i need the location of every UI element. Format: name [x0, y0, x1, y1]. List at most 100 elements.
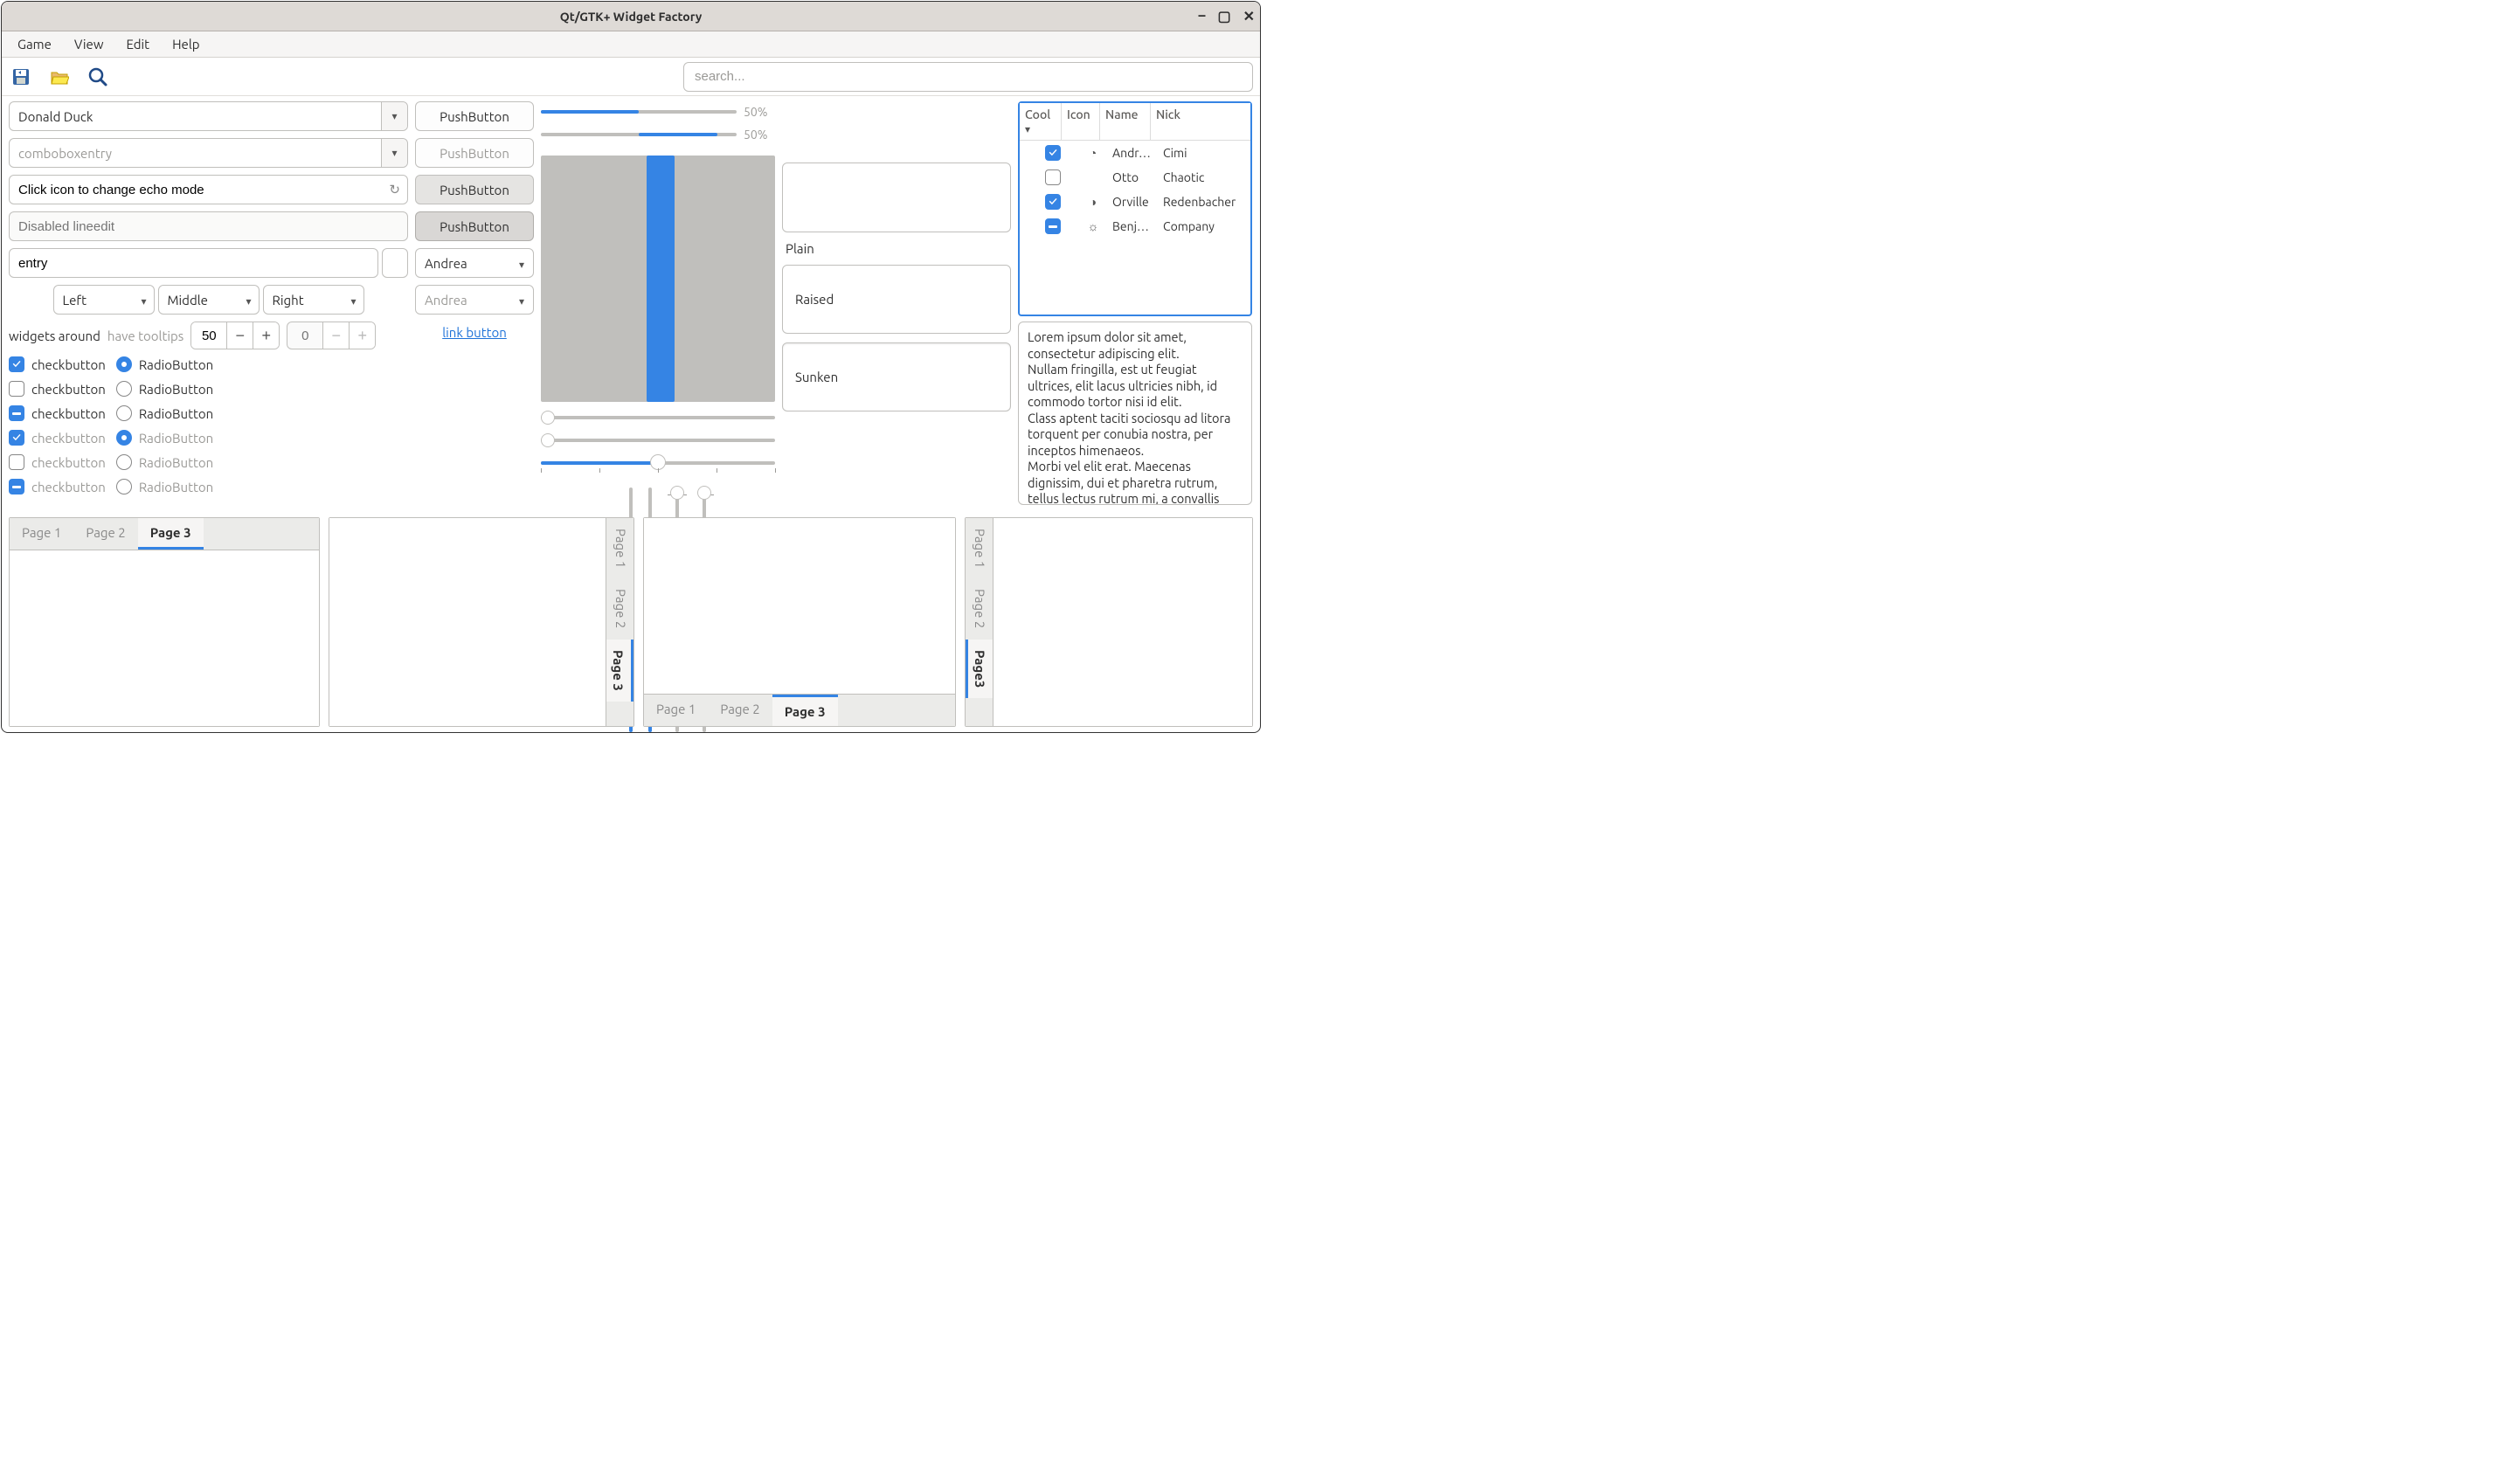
- spinbox-1-minus[interactable]: −: [226, 322, 253, 349]
- radio-6: [116, 479, 132, 494]
- tab-page3[interactable]: Page3: [966, 640, 993, 698]
- radio-5: [116, 454, 132, 470]
- checkbox-1[interactable]: [9, 356, 24, 372]
- col-nick[interactable]: Nick: [1151, 103, 1250, 140]
- table-row[interactable]: ☼ Benj… Company: [1020, 214, 1250, 239]
- search-input[interactable]: [683, 62, 1253, 92]
- tab-page3[interactable]: Page 3: [138, 518, 204, 550]
- col-name[interactable]: Name: [1100, 103, 1151, 140]
- frame-noborder: [782, 163, 1011, 232]
- col-icon[interactable]: Icon: [1062, 103, 1100, 140]
- notebook-page: [10, 550, 319, 726]
- chevron-down-icon[interactable]: [141, 293, 153, 308]
- tab-page3[interactable]: Page 3: [606, 640, 633, 702]
- radio-1[interactable]: [116, 356, 132, 372]
- pushbutton-2: PushButton: [415, 138, 534, 168]
- chevron-down-icon[interactable]: [519, 256, 524, 271]
- progressbar-3: [541, 156, 775, 402]
- open-icon[interactable]: [47, 65, 72, 89]
- radio-3[interactable]: [116, 405, 132, 421]
- chevron-down-icon[interactable]: [246, 293, 258, 308]
- spinbox-1-plus[interactable]: +: [253, 322, 279, 349]
- row-check[interactable]: [1045, 169, 1061, 185]
- row-check[interactable]: [1045, 218, 1061, 234]
- checkbox-3[interactable]: [9, 405, 24, 421]
- col-cool[interactable]: Cool: [1020, 103, 1062, 140]
- chevron-down-icon[interactable]: [381, 139, 407, 167]
- hslider-2[interactable]: [541, 433, 775, 447]
- close-icon[interactable]: ✕: [1243, 8, 1255, 24]
- entry-input[interactable]: [10, 256, 377, 271]
- tab-page2[interactable]: Page 2: [73, 518, 137, 550]
- combo-right[interactable]: Right: [263, 285, 364, 315]
- radio-2[interactable]: [116, 381, 132, 397]
- chevron-down-icon[interactable]: [381, 102, 407, 130]
- checkbox-5: [9, 454, 24, 470]
- frame-plain-label: Plain: [782, 241, 1011, 256]
- refresh-icon[interactable]: ↻: [389, 182, 407, 197]
- chevron-down-icon: [519, 293, 524, 308]
- echo-input[interactable]: [10, 183, 389, 197]
- spinbox-1[interactable]: − +: [190, 322, 280, 349]
- echo-entry[interactable]: ↻: [9, 175, 408, 204]
- row-icon: ◑: [1074, 195, 1112, 209]
- spin-label-1: widgets around: [9, 328, 100, 343]
- table-row[interactable]: ◔ Andr… Cimi: [1020, 141, 1250, 165]
- combo-andrea-1[interactable]: Andrea: [415, 248, 534, 278]
- menu-help[interactable]: Help: [162, 33, 210, 55]
- entry-field[interactable]: [9, 248, 378, 278]
- table-row[interactable]: ◑ Orville Redenbacher: [1020, 190, 1250, 214]
- combobox-entry-placeholder: comboboxentry: [10, 146, 381, 161]
- checkbox-2[interactable]: [9, 381, 24, 397]
- textview[interactable]: Lorem ipsum dolor sit amet, consectetur …: [1018, 322, 1252, 505]
- tab-page1[interactable]: Page 1: [606, 518, 633, 578]
- entry-extra-button[interactable]: [382, 248, 408, 278]
- combobox-character[interactable]: Donald Duck: [9, 101, 408, 131]
- pushbutton-1[interactable]: PushButton: [415, 101, 534, 131]
- progressbar-2: [541, 133, 737, 136]
- pushbutton-3[interactable]: PushButton: [415, 175, 534, 204]
- spinbox-1-input[interactable]: [191, 322, 226, 349]
- link-button[interactable]: link button: [415, 322, 534, 343]
- minimize-icon[interactable]: –: [1198, 8, 1205, 24]
- pushbutton-4[interactable]: PushButton: [415, 211, 534, 241]
- notebook-left: Page 1 Page 2 Page3: [965, 517, 1253, 727]
- hscale[interactable]: [541, 456, 775, 479]
- row-check[interactable]: [1045, 145, 1061, 161]
- combo-middle[interactable]: Middle: [158, 285, 260, 315]
- notebook-page: [644, 518, 955, 694]
- tab-page1[interactable]: Page 1: [10, 518, 73, 550]
- menu-game[interactable]: Game: [7, 33, 62, 55]
- chevron-down-icon[interactable]: [350, 293, 363, 308]
- treeview[interactable]: Cool Icon Name Nick ◔ Andr… Cimi: [1018, 101, 1252, 316]
- spinbox-2-minus: −: [322, 322, 349, 349]
- combo-left[interactable]: Left: [53, 285, 155, 315]
- checkbox-6: [9, 479, 24, 494]
- titlebar: Qt/GTK+ Widget Factory – ▢ ✕: [2, 2, 1260, 31]
- row-check[interactable]: [1045, 194, 1061, 210]
- radio-4: [116, 430, 132, 446]
- save-icon[interactable]: [9, 65, 33, 89]
- tab-page1[interactable]: Page 1: [966, 518, 993, 578]
- window-title: Qt/GTK+ Widget Factory: [2, 10, 1260, 24]
- row-icon: ☼: [1074, 219, 1112, 233]
- tab-page1[interactable]: Page 1: [644, 695, 708, 726]
- hslider-1[interactable]: [541, 411, 775, 425]
- combobox-character-text: Donald Duck: [10, 109, 381, 124]
- tab-page3[interactable]: Page 3: [772, 695, 838, 726]
- menu-view[interactable]: View: [64, 33, 114, 55]
- menubar: Game View Edit Help: [2, 31, 1260, 58]
- search-icon[interactable]: [86, 65, 110, 89]
- tab-page2[interactable]: Page 2: [708, 695, 772, 726]
- toolbar: [2, 58, 1260, 96]
- maximize-icon[interactable]: ▢: [1217, 8, 1230, 24]
- disabled-entry: [9, 211, 408, 241]
- menu-edit[interactable]: Edit: [115, 33, 160, 55]
- disabled-input: [10, 219, 407, 234]
- progressbar-2-pct: 50%: [744, 128, 775, 142]
- table-row[interactable]: Otto Chaotic: [1020, 165, 1250, 190]
- tab-page2[interactable]: Page 2: [606, 578, 633, 639]
- tab-page2[interactable]: Page 2: [966, 578, 993, 639]
- combobox-entry[interactable]: comboboxentry: [9, 138, 408, 168]
- spinbox-2-plus[interactable]: +: [349, 322, 375, 349]
